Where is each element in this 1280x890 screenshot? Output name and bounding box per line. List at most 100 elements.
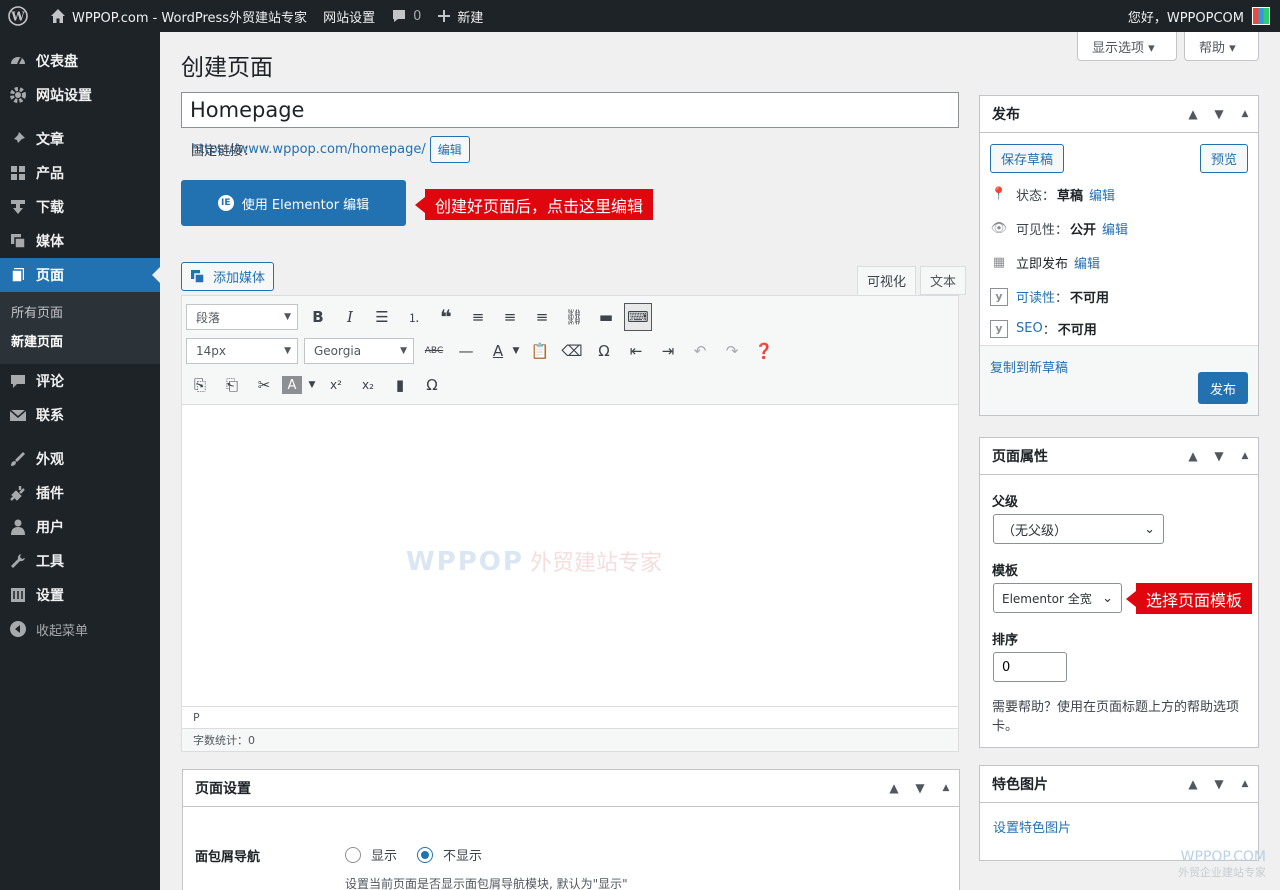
title-input[interactable] bbox=[181, 92, 959, 128]
tab-text[interactable]: 文本 bbox=[920, 266, 967, 295]
sidebar-item-site-settings[interactable]: 网站设置 bbox=[0, 78, 160, 112]
blockquote-icon[interactable]: ❝ bbox=[432, 303, 460, 331]
visibility-value: 公开 bbox=[1070, 223, 1097, 238]
toggle-panel-icon[interactable]: ▲ bbox=[933, 783, 959, 793]
copy-draft-link[interactable]: 复制到新草稿 bbox=[990, 357, 1068, 376]
chevron-down-icon[interactable]: ▼ bbox=[1206, 777, 1232, 791]
align-left-icon[interactable]: ≡ bbox=[464, 303, 492, 331]
chevron-down-icon[interactable]: ▼ bbox=[510, 337, 522, 365]
bullet-list-icon[interactable]: ☰ bbox=[368, 303, 396, 331]
align-center-icon[interactable]: ≡ bbox=[496, 303, 524, 331]
chevron-down-icon[interactable]: ▼ bbox=[1206, 449, 1232, 463]
help-icon[interactable]: ❓ bbox=[750, 337, 778, 365]
plug-icon bbox=[9, 484, 27, 502]
template-select[interactable]: Elementor 全宽 ⌄ bbox=[993, 583, 1122, 613]
read-more-icon[interactable]: ▬ bbox=[592, 303, 620, 331]
parent-select[interactable]: （无父级） ⌄ bbox=[993, 514, 1164, 544]
sidebar-item-settings[interactable]: 设置 bbox=[0, 578, 160, 612]
copy-icon[interactable]: ⎘ bbox=[186, 371, 214, 399]
sidebar-item-tools[interactable]: 工具 bbox=[0, 544, 160, 578]
publish-button[interactable]: 发布 bbox=[1197, 372, 1248, 404]
new-content-link[interactable]: 新建 bbox=[429, 0, 491, 32]
sidebar-item-label: 仪表盘 bbox=[36, 54, 78, 70]
radio-hide[interactable] bbox=[417, 846, 434, 863]
schedule-edit-link[interactable]: 编辑 bbox=[1074, 253, 1100, 272]
undo-icon[interactable]: ↶ bbox=[686, 337, 714, 365]
wordpress-logo-icon[interactable]: W bbox=[0, 0, 42, 32]
horizontal-line-icon[interactable]: — bbox=[452, 337, 480, 365]
sidebar-item-media[interactable]: 媒体 bbox=[0, 224, 160, 258]
sidebar-item-dashboard[interactable]: 仪表盘 bbox=[0, 44, 160, 78]
align-right-icon[interactable]: ≡ bbox=[528, 303, 556, 331]
numbered-list-icon[interactable]: ⒈ bbox=[400, 303, 428, 331]
sidebar-item-products[interactable]: 产品 bbox=[0, 156, 160, 190]
background-color-icon[interactable]: A bbox=[282, 376, 302, 394]
indent-icon[interactable]: ⇥ bbox=[654, 337, 682, 365]
submenu-new-page[interactable]: 新建页面 bbox=[0, 328, 160, 357]
sidebar-item-downloads[interactable]: 下载 bbox=[0, 190, 160, 224]
strikethrough-icon[interactable]: ABC bbox=[420, 337, 448, 365]
edit-with-elementor-button[interactable]: IE 使用 Elementor 编辑 bbox=[181, 180, 406, 226]
permalink-edit-button[interactable]: 编辑 bbox=[429, 136, 470, 163]
chevron-up-icon[interactable]: ▲ bbox=[1180, 777, 1206, 791]
watermark-text: WPPOP bbox=[406, 547, 524, 577]
sidebar-item-label: 产品 bbox=[36, 166, 64, 182]
redo-icon[interactable]: ↷ bbox=[718, 337, 746, 365]
sidebar-item-users[interactable]: 用户 bbox=[0, 510, 160, 544]
visibility-edit-link[interactable]: 编辑 bbox=[1102, 219, 1128, 238]
chevron-down-icon[interactable]: ▼ bbox=[1206, 107, 1232, 121]
toggle-panel-icon[interactable]: ▲ bbox=[1232, 109, 1258, 119]
bold-icon[interactable]: B bbox=[304, 303, 332, 331]
superscript-icon[interactable]: x² bbox=[322, 371, 350, 399]
special-character-icon[interactable]: Ω bbox=[590, 337, 618, 365]
paste-word-icon[interactable]: ▮ bbox=[386, 371, 414, 399]
seo-link[interactable]: SEO bbox=[1016, 321, 1043, 336]
outdent-icon[interactable]: ⇤ bbox=[622, 337, 650, 365]
link-icon[interactable]: ⛓ bbox=[560, 303, 588, 331]
radio-show[interactable] bbox=[345, 846, 361, 863]
readability-row: y 可读性： 不可用 bbox=[990, 287, 1115, 306]
preview-button[interactable]: 预览 bbox=[1199, 144, 1248, 173]
toggle-panel-icon[interactable]: ▲ bbox=[1232, 451, 1258, 461]
sidebar-item-contact[interactable]: 联系 bbox=[0, 398, 160, 432]
comments-link[interactable]: 0 bbox=[383, 0, 429, 32]
cut-icon[interactable]: ✂ bbox=[250, 371, 278, 399]
help-button[interactable]: 帮助 ▾ bbox=[1184, 32, 1259, 61]
save-draft-button[interactable]: 保存草稿 bbox=[990, 144, 1065, 173]
italic-icon[interactable]: I bbox=[336, 303, 364, 331]
sidebar-item-posts[interactable]: 文章 bbox=[0, 122, 160, 156]
text-color-icon[interactable]: A bbox=[484, 337, 512, 365]
readability-link[interactable]: 可读性 bbox=[1016, 287, 1055, 306]
site-settings-link[interactable]: 网站设置 bbox=[315, 0, 383, 32]
paste-icon[interactable]: ⎗ bbox=[218, 371, 246, 399]
paste-text-icon[interactable]: 📋 bbox=[526, 337, 554, 365]
screen-options-button[interactable]: 显示选项 ▾ bbox=[1077, 32, 1177, 61]
add-media-button[interactable]: 添加媒体 bbox=[181, 262, 275, 291]
tab-visual[interactable]: 可视化 bbox=[857, 266, 917, 295]
chevron-up-icon[interactable]: ▲ bbox=[881, 781, 907, 795]
format-select[interactable]: 段落 ▼ bbox=[186, 304, 298, 330]
status-edit-link[interactable]: 编辑 bbox=[1089, 185, 1115, 204]
font-size-select[interactable]: 14px ▼ bbox=[186, 338, 298, 364]
sidebar-item-comments[interactable]: 评论 bbox=[0, 364, 160, 398]
chevron-down-icon[interactable]: ▼ bbox=[306, 371, 318, 399]
sidebar-item-appearance[interactable]: 外观 bbox=[0, 442, 160, 476]
order-input[interactable] bbox=[993, 652, 1067, 682]
toggle-panel-icon[interactable]: ▲ bbox=[1232, 779, 1258, 789]
submenu-all-pages[interactable]: 所有页面 bbox=[0, 299, 160, 328]
chevron-down-icon[interactable]: ▼ bbox=[907, 781, 933, 795]
chevron-up-icon[interactable]: ▲ bbox=[1180, 449, 1206, 463]
set-featured-image-link[interactable]: 设置特色图片 bbox=[993, 817, 1071, 836]
editor-content-area[interactable]: WPPOP 外贸建站专家 bbox=[182, 405, 958, 706]
sidebar-item-pages[interactable]: 页面 bbox=[0, 258, 160, 292]
sidebar-item-plugins[interactable]: 插件 bbox=[0, 476, 160, 510]
toolbar-toggle-icon[interactable]: ⌨ bbox=[624, 303, 652, 331]
omega-icon[interactable]: Ω bbox=[418, 371, 446, 399]
collapse-menu-button[interactable]: 收起菜单 bbox=[0, 612, 160, 646]
clear-formatting-icon[interactable]: ⌫ bbox=[558, 337, 586, 365]
chevron-up-icon[interactable]: ▲ bbox=[1180, 107, 1206, 121]
font-family-select[interactable]: Georgia ▼ bbox=[304, 338, 414, 364]
account-menu[interactable]: 您好，WPPOPCOM bbox=[1128, 0, 1280, 32]
subscript-icon[interactable]: x₂ bbox=[354, 371, 382, 399]
site-name-link[interactable]: WPPOP.com - WordPress外贸建站专家 bbox=[42, 0, 315, 32]
